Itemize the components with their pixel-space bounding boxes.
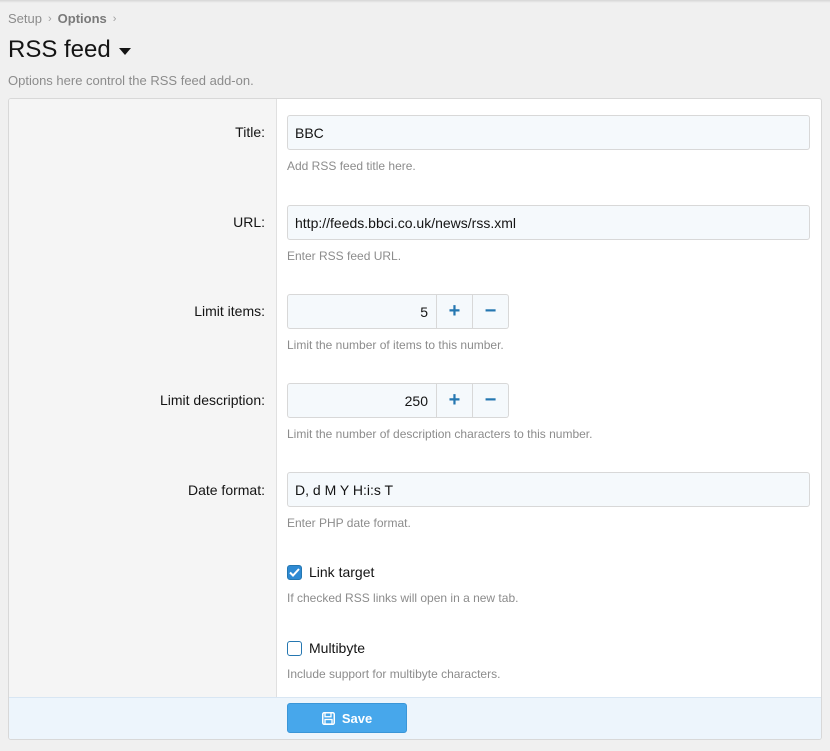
limit-description-plus-button[interactable]: + (437, 383, 473, 418)
page-title-row[interactable]: RSS feed (8, 36, 131, 64)
form-footer: Save (9, 697, 821, 739)
url-hint: Enter RSS feed URL. (287, 249, 402, 263)
url-label: URL: (233, 214, 265, 230)
save-button[interactable]: Save (287, 703, 407, 733)
check-icon (289, 567, 300, 577)
limit-description-stepper: 250 + − (287, 383, 509, 418)
link-target-checkbox[interactable] (287, 564, 302, 580)
limit-description-label: Limit description: (159, 392, 265, 408)
multibyte-label: Multibyte (309, 640, 366, 656)
chevron-right-icon: › (47, 12, 52, 25)
breadcrumb: Setup › Options › (8, 11, 122, 26)
link-target-label: Link target (309, 564, 375, 580)
save-label: Save (341, 710, 373, 726)
link-target-hint: If checked RSS links will open in a new … (287, 591, 519, 605)
limit-items-hint: Limit the number of items to this number… (287, 338, 504, 352)
top-shadow (0, 0, 830, 3)
limit-description-input[interactable]: 250 (287, 383, 437, 418)
limit-items-plus-button[interactable]: + (437, 294, 473, 329)
title-label: Title: (235, 124, 265, 140)
save-icon (321, 711, 335, 725)
page-description: Options here control the RSS feed add-on… (8, 73, 254, 88)
multibyte-checkbox[interactable] (287, 640, 302, 656)
link-target-checkbox-row[interactable]: Link target (287, 564, 374, 580)
date-format-input[interactable]: D, d M Y H:i:s T (287, 472, 810, 507)
url-input[interactable]: http://feeds.bbci.co.uk/news/rss.xml (287, 205, 810, 240)
page-title: RSS feed (8, 36, 111, 63)
limit-items-label: Limit items: (194, 303, 265, 319)
breadcrumb-setup[interactable]: Setup (8, 11, 42, 26)
limit-items-stepper: 5 + − (287, 294, 509, 329)
title-hint: Add RSS feed title here. (287, 159, 416, 173)
caret-down-icon[interactable] (118, 47, 131, 55)
title-input[interactable]: BBC (287, 115, 810, 150)
breadcrumb-options[interactable]: Options (58, 11, 107, 26)
limit-description-minus-button[interactable]: − (473, 383, 509, 418)
chevron-right-icon: › (112, 12, 117, 25)
limit-items-input[interactable]: 5 (287, 294, 437, 329)
limit-description-hint: Limit the number of description characte… (287, 427, 593, 441)
options-form: Title: BBC Add RSS feed title here. URL:… (8, 98, 822, 740)
date-format-label: Date format: (187, 482, 265, 498)
limit-items-minus-button[interactable]: − (473, 294, 509, 329)
date-format-hint: Enter PHP date format. (287, 516, 411, 530)
multibyte-hint: Include support for multibyte characters… (287, 667, 501, 681)
multibyte-checkbox-row[interactable]: Multibyte (287, 640, 365, 656)
